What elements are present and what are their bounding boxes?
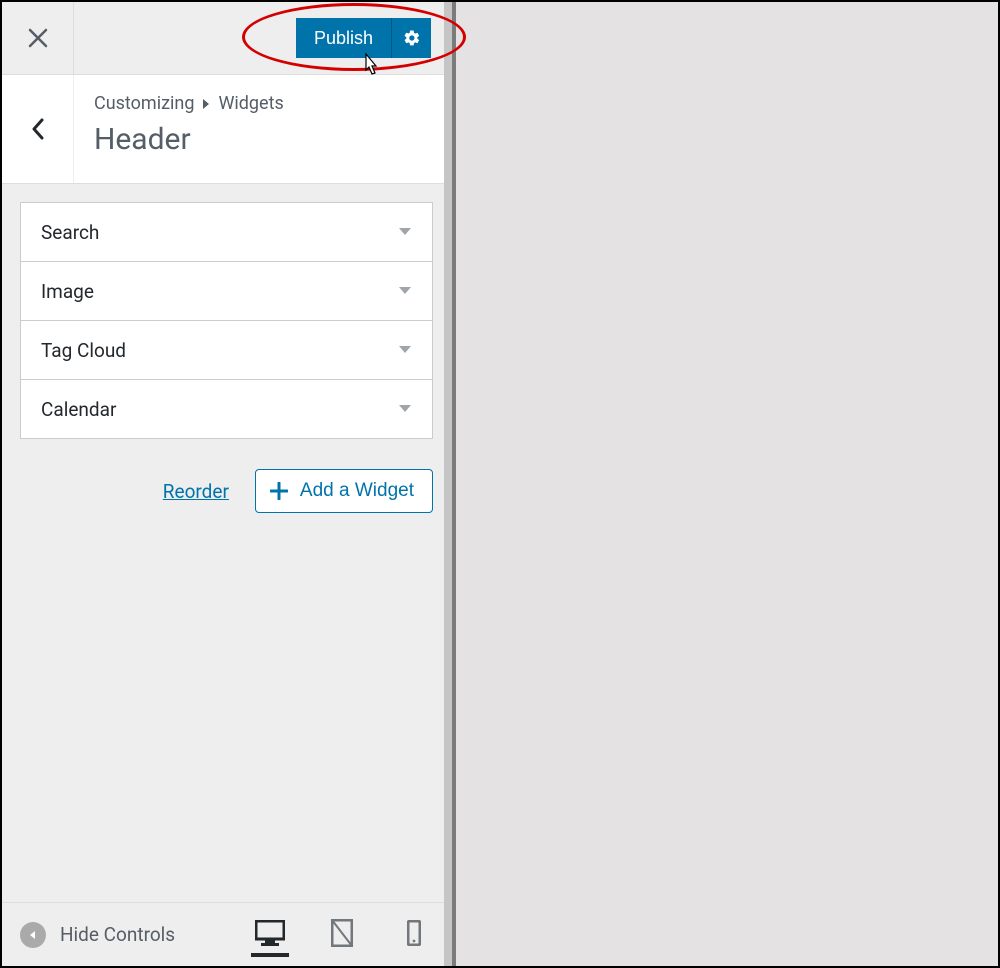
publish-button[interactable]: Publish (296, 18, 391, 58)
add-widget-button[interactable]: Add a Widget (255, 469, 433, 513)
device-desktop-button[interactable] (251, 913, 289, 957)
chevron-down-icon (398, 404, 412, 414)
customizer-panel: Publish Customizing Widgets (2, 2, 452, 966)
chevron-down-icon (398, 286, 412, 296)
collapse-left-icon (27, 929, 39, 941)
widget-item-image[interactable]: Image (20, 261, 433, 321)
breadcrumb: Customizing Widgets (94, 93, 284, 114)
panel-heading: Customizing Widgets Header (2, 74, 451, 184)
widget-actions: Reorder Add a Widget (2, 457, 451, 513)
desktop-icon (255, 920, 285, 946)
widget-label: Search (41, 221, 99, 244)
breadcrumb-section: Widgets (218, 93, 283, 114)
widget-label: Image (41, 280, 94, 303)
widget-label: Calendar (41, 398, 116, 421)
device-mobile-button[interactable] (395, 913, 433, 957)
breadcrumb-arrow-icon (202, 98, 210, 110)
page-title: Header (94, 122, 284, 157)
plus-icon (270, 482, 288, 500)
chevron-left-icon (30, 117, 46, 141)
hide-controls-label: Hide Controls (60, 923, 175, 946)
add-widget-label: Add a Widget (300, 480, 414, 502)
hide-controls-button[interactable]: Hide Controls (20, 922, 175, 948)
close-button[interactable] (2, 2, 74, 74)
breadcrumb-root: Customizing (94, 93, 194, 114)
widget-list: Search Image Tag Cloud Calendar (2, 184, 451, 457)
panel-top-bar: Publish (2, 2, 451, 74)
preview-pane (452, 2, 998, 966)
panel-footer: Hide Controls (2, 902, 451, 966)
gear-icon (403, 29, 421, 47)
widget-item-tag-cloud[interactable]: Tag Cloud (20, 320, 433, 380)
device-toggles (251, 913, 433, 957)
publish-settings-button[interactable] (391, 18, 431, 58)
chevron-down-icon (398, 227, 412, 237)
chevron-down-icon (398, 345, 412, 355)
reorder-link[interactable]: Reorder (163, 480, 229, 503)
back-button[interactable] (2, 75, 74, 183)
close-icon (28, 28, 48, 48)
tablet-icon (331, 919, 353, 947)
widget-item-search[interactable]: Search (20, 202, 433, 262)
device-tablet-button[interactable] (323, 913, 361, 957)
mobile-icon (407, 920, 421, 946)
widget-label: Tag Cloud (41, 339, 126, 362)
widget-item-calendar[interactable]: Calendar (20, 379, 433, 439)
